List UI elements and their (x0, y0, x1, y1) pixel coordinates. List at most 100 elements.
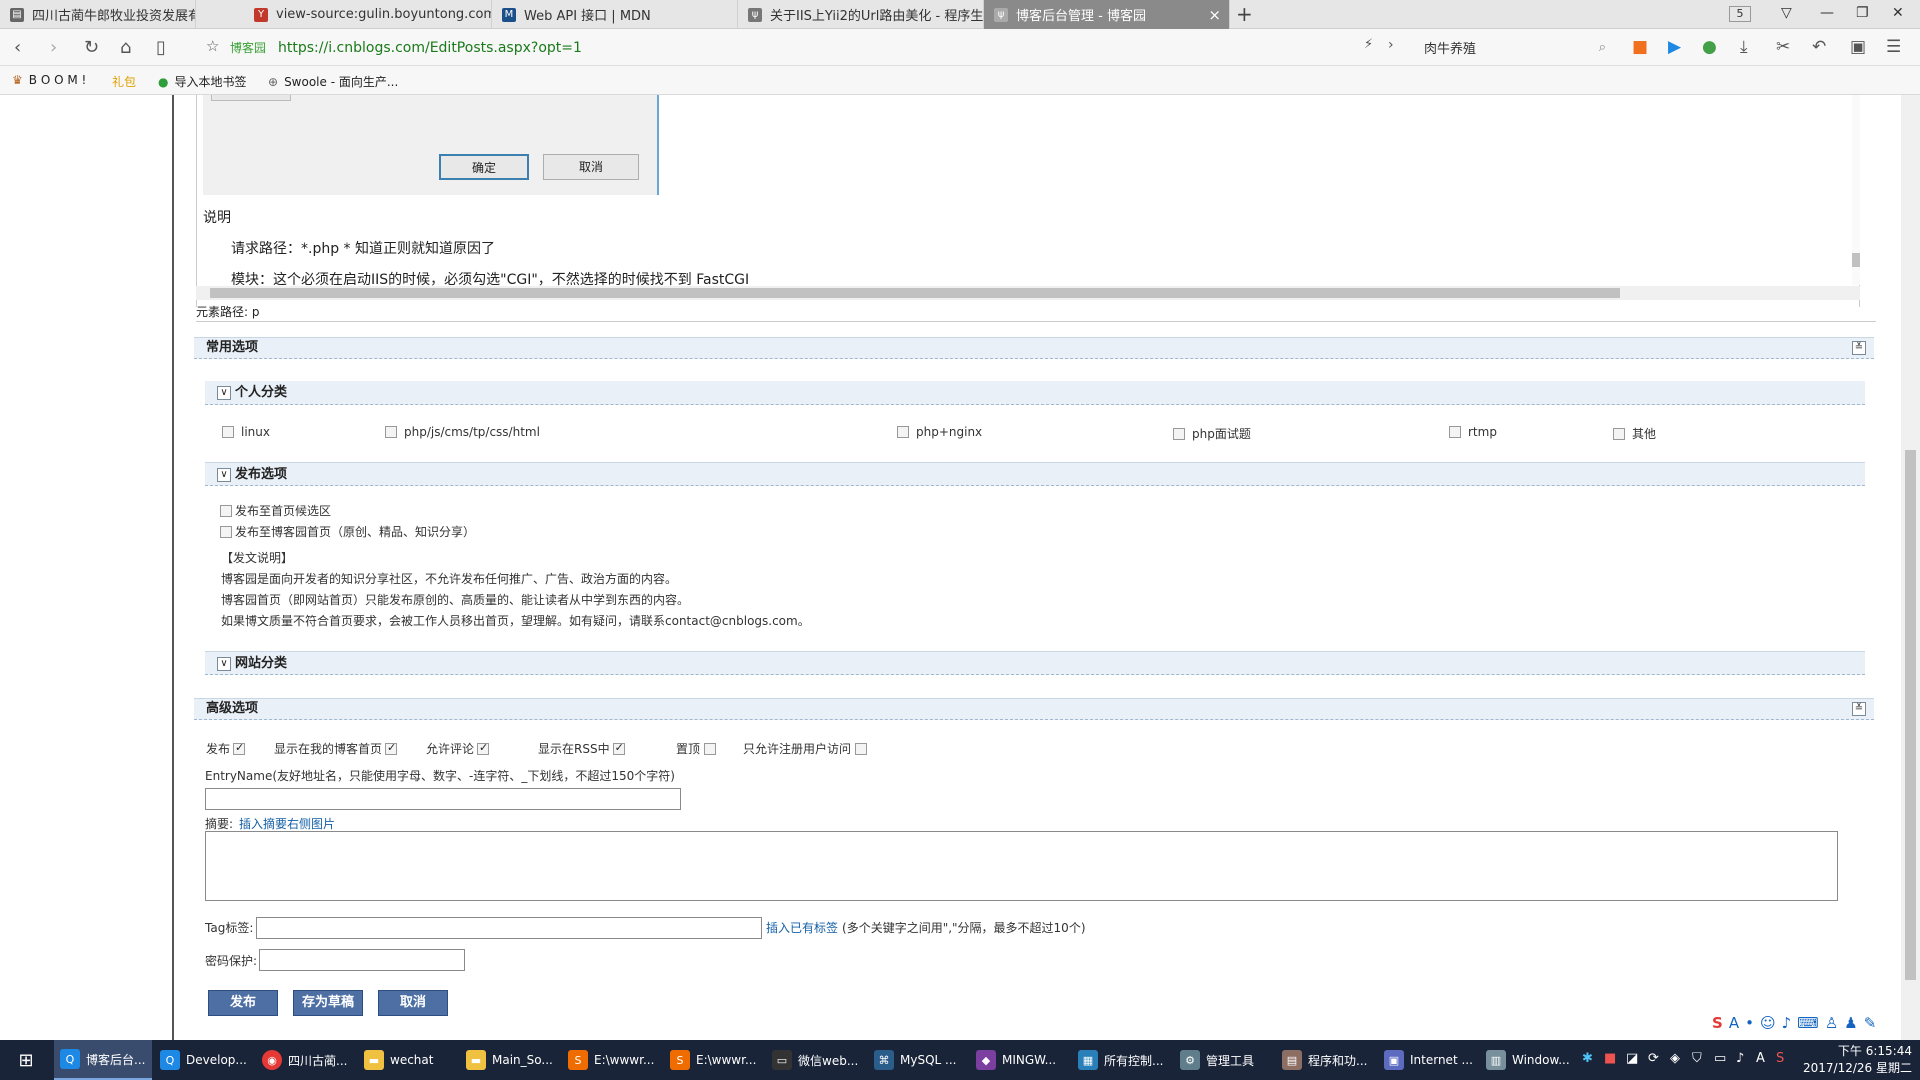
check-publish[interactable]: 发布 (206, 740, 246, 757)
entryname-input[interactable] (205, 788, 681, 810)
collapse-icon[interactable]: ≚ (1852, 341, 1866, 355)
check-pin-top[interactable]: 置顶 (676, 740, 717, 757)
close-tab-icon[interactable]: × (1208, 6, 1221, 24)
bookmark-swoole[interactable]: ⊕ Swoole - 面向生产... (268, 73, 398, 90)
tab-2[interactable]: Y view-source:gulin.boyuntong.com (244, 0, 492, 29)
publish-button[interactable]: 发布 (208, 990, 278, 1016)
password-input[interactable] (259, 949, 465, 971)
dialog-cancel-button[interactable]: 取消 (543, 154, 639, 180)
user-icon[interactable]: ♙ (1825, 1014, 1838, 1032)
ime-toolbar[interactable]: S A • ☺ ♪ ⌨ ♙ ♟ ✎ (1712, 1014, 1876, 1032)
download-icon[interactable]: ⤓ (1740, 37, 1748, 57)
publish-homepage-option[interactable]: 发布至博客园首页（原创、精品、知识分享） (220, 523, 475, 540)
tray-sogou-icon[interactable]: S (1776, 1051, 1784, 1066)
checkbox[interactable] (385, 426, 397, 438)
checkbox[interactable] (612, 741, 625, 755)
checkbox[interactable] (855, 742, 868, 755)
chevron-down-icon[interactable]: ∨ (217, 468, 231, 482)
taskbar-item[interactable]: ▣ Internet ... (1378, 1040, 1476, 1080)
check-show-in-rss[interactable]: 显示在RSS中 (538, 740, 625, 757)
tray-shield-icon[interactable]: ⛉ (1692, 1051, 1702, 1066)
chevron-right-icon[interactable]: › (1388, 37, 1394, 53)
tray-app-icon[interactable]: ■ (1604, 1051, 1616, 1066)
close-window-icon[interactable]: ✕ (1892, 5, 1904, 21)
editor-hscroll[interactable] (196, 286, 1860, 300)
mic-icon[interactable]: ♪ (1782, 1014, 1792, 1032)
system-clock[interactable]: 下午 6:15:44 2017/12/26 星期二 (1803, 1043, 1912, 1077)
search-icon[interactable]: ⌕ (1599, 40, 1606, 55)
skin-icon[interactable]: ▽ (1781, 5, 1792, 21)
category-php-js[interactable]: php/js/cms/tp/css/html (385, 425, 540, 439)
play-icon[interactable]: ▶ (1668, 37, 1681, 57)
tab-4[interactable]: ψ 关于IIS上Yii2的Url路由美化 - 程序生 (738, 0, 984, 29)
tray-bluetooth-icon[interactable]: ✱ (1582, 1051, 1593, 1066)
check-registered-only[interactable]: 只允许注册用户访问 (743, 740, 868, 757)
taskbar-item[interactable]: Q 博客后台... (54, 1040, 152, 1080)
wechat-icon[interactable]: ● (1702, 37, 1717, 57)
new-tab-button[interactable]: + (1236, 2, 1253, 26)
insert-summary-image-link[interactable]: 插入摘要右侧图片 (239, 815, 335, 832)
sogou-icon[interactable]: S (1712, 1014, 1723, 1032)
undo-icon[interactable]: ↶ (1812, 37, 1826, 57)
tab-5-active[interactable]: ψ 博客后台管理 - 博客园 × (984, 0, 1230, 29)
save-draft-button[interactable]: 存为草稿 (293, 990, 363, 1016)
page-scrollbar[interactable] (1901, 95, 1920, 1040)
tray-volume-icon[interactable]: ♪ (1736, 1051, 1744, 1066)
reload-icon[interactable]: ↻ (84, 37, 99, 58)
checkbox[interactable] (222, 426, 234, 438)
extension-icon[interactable]: ▣ (1850, 37, 1866, 57)
cancel-button[interactable]: 取消 (378, 990, 448, 1016)
tag-input[interactable] (256, 917, 762, 939)
checkbox[interactable] (897, 426, 909, 438)
keyboard-icon[interactable]: ⌨ (1797, 1014, 1819, 1032)
check-show-on-my-home[interactable]: 显示在我的博客首页 (274, 740, 398, 757)
category-other[interactable]: 其他 (1613, 425, 1656, 442)
taskbar-item[interactable]: ▬ wechat (358, 1040, 456, 1080)
checkbox[interactable] (1613, 427, 1625, 440)
taskbar-item[interactable]: ▭ 微信web... (766, 1040, 864, 1080)
checkbox[interactable] (1449, 426, 1461, 438)
taskbar-item[interactable]: ▥ Window... (1480, 1040, 1578, 1080)
search-input[interactable]: 肉牛养殖 ⌕ (1412, 35, 1612, 60)
taskbar-item[interactable]: Q Develop... (154, 1040, 252, 1080)
insert-existing-tag-link[interactable]: 插入已有标签 (766, 919, 838, 936)
taskbar-item[interactable]: ▤ 程序和功... (1276, 1040, 1374, 1080)
shirt-icon[interactable]: ♟ (1844, 1014, 1857, 1032)
editor-vscroll[interactable] (1852, 95, 1860, 285)
tray-ime-icon[interactable]: A (1756, 1051, 1765, 1066)
checkbox[interactable] (220, 504, 232, 517)
bookmark-gift[interactable]: 礼包 (112, 73, 136, 90)
scissors-icon[interactable]: ✂ (1776, 37, 1790, 57)
publish-candidate-option[interactable]: 发布至首页候选区 (220, 502, 331, 519)
subsection-personal-category[interactable]: ∨ 个人分类 (205, 381, 1865, 405)
tray-sync-icon[interactable]: ⟳ (1648, 1051, 1659, 1066)
back-icon[interactable]: ‹ (14, 37, 21, 58)
taskbar-item[interactable]: S E:\wwwr... (562, 1040, 660, 1080)
ime-a-icon[interactable]: A (1729, 1014, 1739, 1032)
video-icon[interactable]: ■ (1632, 37, 1648, 57)
collapse-icon[interactable]: ≚ (1852, 702, 1866, 716)
url-field[interactable]: 博客园 https://i.cnblogs.com/EditPosts.aspx… (198, 34, 1378, 61)
editor-hscroll-thumb[interactable] (210, 288, 1620, 298)
bookmark-import[interactable]: ● 导入本地书签 (158, 73, 247, 90)
subsection-site-category[interactable]: ∨ 网站分类 (205, 651, 1865, 675)
summary-textarea[interactable] (205, 831, 1838, 901)
tray-network-icon[interactable]: ◪ (1626, 1051, 1638, 1066)
editor-vscroll-thumb[interactable] (1852, 253, 1860, 267)
tab-3[interactable]: M Web API 接口 | MDN (492, 0, 738, 29)
taskbar-item[interactable]: ⌘ MySQL ... (868, 1040, 966, 1080)
dialog-ok-button[interactable]: 确定 (439, 154, 529, 180)
checkbox[interactable] (1173, 427, 1185, 440)
checkbox[interactable] (385, 741, 398, 755)
checkbox[interactable] (704, 742, 717, 755)
check-allow-comments[interactable]: 允许评论 (426, 740, 490, 757)
checkbox[interactable] (233, 741, 246, 755)
checkbox[interactable] (220, 525, 232, 538)
category-php-interview[interactable]: php面试题 (1173, 425, 1251, 442)
emoji-icon[interactable]: ☺ (1760, 1014, 1776, 1032)
forward-icon[interactable]: › (50, 37, 57, 58)
bookmark-boom[interactable]: ♛ B O O M ! (12, 73, 86, 87)
taskbar-item[interactable]: ◆ MINGW... (970, 1040, 1068, 1080)
taskbar-item[interactable]: ⚙ 管理工具 (1174, 1040, 1272, 1080)
ime-punct-icon[interactable]: • (1745, 1014, 1754, 1032)
